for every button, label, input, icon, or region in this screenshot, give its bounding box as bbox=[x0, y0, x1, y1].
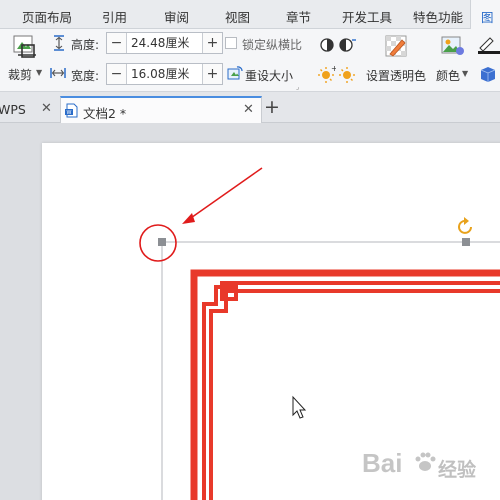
height-input[interactable]: 24.48厘米 bbox=[127, 33, 202, 53]
tab-developer-tools[interactable]: 开发工具 bbox=[342, 7, 392, 26]
lock-ratio-checkbox[interactable] bbox=[225, 37, 237, 49]
height-icon bbox=[52, 35, 66, 51]
baidu-paw-icon bbox=[413, 450, 437, 477]
color-label[interactable]: 颜色 bbox=[436, 67, 460, 84]
doc-tab-document2-label: 文档2 * bbox=[83, 106, 127, 121]
crop-dropdown-icon[interactable]: ▼ bbox=[36, 68, 42, 77]
menu-tab-row: 页面布局 引用 审阅 视图 章节 开发工具 特色功能 图 bbox=[0, 0, 500, 29]
width-decrease-button[interactable]: − bbox=[107, 64, 127, 84]
height-label: 高度: bbox=[71, 38, 100, 52]
reset-size-label[interactable]: 重设大小 bbox=[245, 67, 293, 84]
dialog-launcher-icon[interactable]: ⌟ bbox=[296, 83, 299, 91]
brightness-down-icon[interactable] bbox=[339, 65, 357, 86]
reduce-contrast-icon[interactable] bbox=[338, 37, 356, 56]
height-decrease-button[interactable]: − bbox=[107, 33, 127, 53]
annotation-arrowhead bbox=[182, 213, 195, 224]
crop-label[interactable]: 裁剪 bbox=[8, 66, 32, 83]
tab-references[interactable]: 引用 bbox=[102, 7, 127, 26]
tab-section[interactable]: 章节 bbox=[286, 7, 311, 26]
doc-tab-document2-close-icon[interactable]: ✕ bbox=[243, 102, 254, 117]
lock-ratio-label[interactable]: 锁定纵横比 bbox=[242, 36, 302, 53]
rotate-handle-icon[interactable] bbox=[458, 217, 472, 234]
brightness-up-icon[interactable]: + bbox=[318, 64, 338, 86]
color-icon[interactable] bbox=[440, 34, 466, 61]
crop-icon[interactable] bbox=[10, 33, 38, 59]
top-center-resize-handle[interactable] bbox=[462, 238, 470, 246]
page-graphics bbox=[139, 167, 500, 500]
width-icon bbox=[50, 66, 66, 80]
doc-tab-wps[interactable]: WPS ✕ bbox=[0, 96, 58, 123]
set-transparent-color-label[interactable]: 设置透明色 bbox=[366, 67, 426, 84]
document-tab-bar: WPS ✕ W 文档2 * ✕ + bbox=[0, 92, 500, 123]
width-stepper[interactable]: − 16.08厘米 + bbox=[106, 63, 223, 85]
baidu-watermark-brand: Bai bbox=[362, 448, 403, 478]
3d-effect-icon[interactable] bbox=[478, 65, 500, 86]
new-tab-button[interactable]: + bbox=[264, 96, 280, 118]
svg-text:W: W bbox=[67, 110, 72, 116]
tab-view[interactable]: 视图 bbox=[225, 7, 250, 26]
mouse-cursor-icon bbox=[292, 395, 307, 419]
set-transparent-color-icon[interactable] bbox=[384, 34, 408, 61]
reset-size-icon[interactable] bbox=[227, 66, 243, 80]
tab-review[interactable]: 审阅 bbox=[164, 7, 189, 26]
doc-tab-document2[interactable]: W 文档2 * ✕ bbox=[60, 96, 262, 123]
document-canvas: Bai 经验 bbox=[0, 123, 500, 500]
doc-tab-wps-label: WPS bbox=[0, 102, 26, 117]
height-stepper[interactable]: − 24.48厘米 + bbox=[106, 32, 223, 54]
doc-tab-wps-close-icon[interactable]: ✕ bbox=[41, 101, 52, 116]
baidu-watermark-suffix: 经验 bbox=[438, 459, 477, 481]
document-icon: W bbox=[65, 103, 79, 121]
tab-picture-tools[interactable]: 图 bbox=[470, 0, 500, 29]
contrast-icon[interactable] bbox=[319, 37, 335, 56]
top-left-resize-handle[interactable] bbox=[158, 238, 166, 246]
tab-page-layout[interactable]: 页面布局 bbox=[22, 7, 72, 26]
height-increase-button[interactable]: + bbox=[202, 33, 222, 53]
color-dropdown-icon[interactable]: ▼ bbox=[462, 69, 468, 78]
width-input[interactable]: 16.08厘米 bbox=[127, 64, 202, 84]
annotation-arrow bbox=[187, 167, 263, 221]
width-label: 宽度: bbox=[71, 69, 100, 83]
svg-text:+: + bbox=[331, 65, 336, 73]
ribbon: 裁剪 ▼ 高度: − 24.48厘米 + 锁定纵横比 宽度: − 16.08厘米… bbox=[0, 29, 500, 92]
tab-special-features[interactable]: 特色功能 bbox=[413, 7, 463, 26]
width-increase-button[interactable]: + bbox=[202, 64, 222, 84]
line-color-icon[interactable] bbox=[478, 34, 500, 57]
